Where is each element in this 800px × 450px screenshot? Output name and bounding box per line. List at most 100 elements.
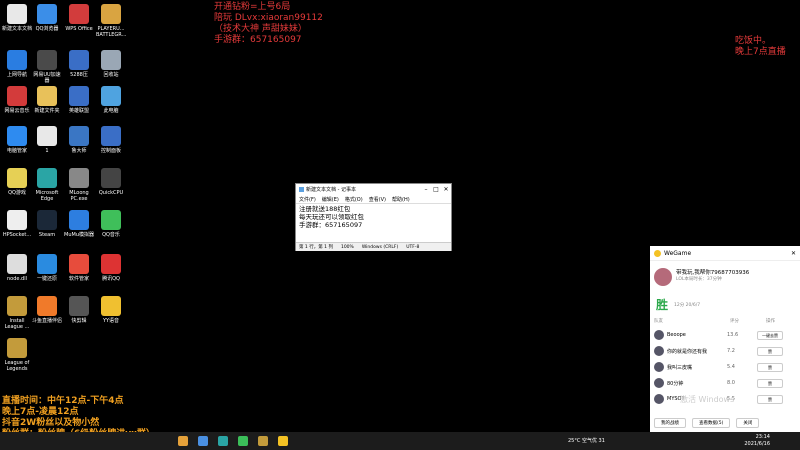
desktop-icon[interactable]: node.dll <box>2 254 32 282</box>
status-zoom: 100% <box>340 244 354 250</box>
desktop-icon[interactable]: 此电脑 <box>96 86 126 114</box>
desktop-icon[interactable]: MuMu模拟器 <box>64 210 94 238</box>
close-button[interactable]: 关闭 <box>736 418 760 428</box>
desktop-icon-label: League of Legends <box>4 360 30 372</box>
teammate-row: Beoope 13.6 一键去赞 <box>654 328 796 342</box>
my-record-button[interactable]: 我的战绩 <box>654 418 686 428</box>
desktop-icon[interactable]: Steam <box>32 210 62 238</box>
like-button[interactable]: 赞 <box>757 394 783 404</box>
desktop-icon-label: Install League ... <box>4 318 30 330</box>
desktop-icon-label: 控制面板 <box>100 148 121 154</box>
desktop-icon-label: node.dll <box>6 276 28 282</box>
desktop-icon-label: 软件管家 <box>68 276 89 282</box>
clock[interactable]: 23:14 2021/6/16 <box>744 434 770 448</box>
like-button[interactable]: 赞 <box>757 378 783 388</box>
teammate-name: 我叫三皮嘴 <box>667 364 693 371</box>
desktop-icon-label: 快剪辑 <box>71 318 87 324</box>
notepad-title: 新建文本文档 - 记事本 <box>306 187 356 193</box>
maximize-icon[interactable]: □ <box>431 186 441 193</box>
desktop-icon-label: QuickCPU <box>98 190 124 196</box>
taskbar-app-icon[interactable] <box>238 436 248 446</box>
desktop-icon[interactable]: 鲁大师 <box>64 126 94 154</box>
weather-widget[interactable]: 25°C 空气优 31 <box>568 437 605 444</box>
notepad-text-area[interactable]: 注册就送188红包 每天玩还可以领取红包 手游群：657165097 <box>296 203 451 242</box>
close-icon[interactable]: ✕ <box>441 186 451 193</box>
desktop-icon-label: WPS Office <box>65 26 93 32</box>
app-icon <box>7 50 27 70</box>
close-icon[interactable]: ✕ <box>791 250 796 257</box>
overlay-top-line: 手游群：657165097 <box>214 35 302 45</box>
teammate-name: 你的就是你还有我 <box>667 348 708 355</box>
minimize-icon[interactable]: – <box>421 186 431 193</box>
desktop-icon[interactable]: QQ音乐 <box>96 210 126 238</box>
activate-watermark: 激活 Windows <box>680 395 735 404</box>
desktop-icon-label: Microsoft Edge <box>35 190 59 202</box>
desktop-icon[interactable]: HPSocket... <box>2 210 32 238</box>
desktop-icon[interactable]: League of Legends <box>2 338 32 372</box>
desktop-icon[interactable]: WPS Office <box>64 4 94 32</box>
app-icon <box>69 126 89 146</box>
desktop-icon[interactable]: 电脑管家 <box>2 126 32 154</box>
desktop-icon[interactable]: 一键还原 <box>32 254 62 282</box>
app-icon <box>69 50 89 70</box>
app-icon <box>7 296 27 316</box>
desktop-icon[interactable]: 1 <box>32 126 62 154</box>
desktop-icon[interactable]: YY语音 <box>96 296 126 324</box>
desktop-icon[interactable]: 软件管家 <box>64 254 94 282</box>
desktop-icon[interactable]: 斗鱼直播伴侣 <box>32 296 62 324</box>
desktop-icon-label: Steam <box>38 232 56 238</box>
menu-format[interactable]: 格式(O) <box>345 196 363 203</box>
overlay-top-line: 陪玩 DLvx:xiaoran99112 <box>214 13 323 23</box>
desktop-icon[interactable]: Install League ... <box>2 296 32 330</box>
view-data-button[interactable]: 查看数据(5) <box>692 418 731 428</box>
user-name: 带我玩,我帮你79687703936 <box>676 270 750 276</box>
desktop-icon[interactable]: QQ游戏 <box>2 168 32 196</box>
overlay-top-line: 开通钻粉=上号6局 <box>214 2 291 12</box>
like-button[interactable]: 赞 <box>757 362 783 372</box>
taskbar-app-icon[interactable] <box>198 436 208 446</box>
desktop-icon-label: HPSocket... <box>2 232 32 238</box>
menu-edit[interactable]: 编辑(E) <box>322 196 339 203</box>
wegame-window[interactable]: WeGame ✕ 带我玩,我帮你79687703936 LOL本局时长：37分钟… <box>650 246 800 432</box>
desktop-icon[interactable]: 英雄联盟 <box>64 86 94 114</box>
wegame-title: WeGame <box>664 249 692 257</box>
desktop-icon[interactable]: MLoong PC.exe <box>64 168 94 202</box>
app-icon <box>37 254 57 274</box>
desktop-icon[interactable]: 网易云音乐 <box>2 86 32 114</box>
desktop-icon[interactable]: 新建文本文档 <box>2 4 32 32</box>
text-line: 注册就送188红包 <box>299 205 351 213</box>
app-icon <box>101 168 121 188</box>
taskbar-app-icon[interactable] <box>258 436 268 446</box>
desktop-icon[interactable]: 网易UU加速器 <box>32 50 62 84</box>
like-button[interactable]: 一键去赞 <box>757 330 783 340</box>
taskbar-app-icon[interactable] <box>178 436 188 446</box>
desktop-icon[interactable]: 快剪辑 <box>64 296 94 324</box>
taskbar-app-icon[interactable] <box>218 436 228 446</box>
desktop-icon[interactable]: 5288压 <box>64 50 94 78</box>
col-score: 评分 <box>730 319 739 324</box>
desktop-icon[interactable]: 腾讯QQ <box>96 254 126 282</box>
teammate-score: 8.0 <box>727 380 735 386</box>
menu-file[interactable]: 文件(F) <box>299 196 316 203</box>
stream-overlay-right: 吃饭中。 晚上7点直播 <box>735 36 786 58</box>
desktop-icon[interactable]: 新建文件夹 <box>32 86 62 114</box>
desktop-icon[interactable]: 回收站 <box>96 50 126 78</box>
app-icon <box>69 296 89 316</box>
taskbar-app-icon[interactable] <box>278 436 288 446</box>
desktop-icon[interactable]: QQ浏览器 <box>32 4 62 32</box>
notepad-window[interactable]: 新建文本文档 - 记事本 – □ ✕ 文件(F) 编辑(E) 格式(O) 查看(… <box>295 183 452 251</box>
desktop-icon[interactable]: QuickCPU <box>96 168 126 196</box>
desktop-icon-label: 英雄联盟 <box>68 108 89 114</box>
desktop-icon[interactable]: Microsoft Edge <box>32 168 62 202</box>
desktop-icon[interactable]: PLAYERU... BATTLEGR... <box>96 4 126 38</box>
desktop-icon[interactable]: 控制面板 <box>96 126 126 154</box>
overlay-bottom-line: 抖音2W粉丝以及物小然 <box>2 418 100 428</box>
teammate-row: 你的就是你还有我 7.2 赞 <box>654 344 796 358</box>
notepad-titlebar[interactable]: 新建文本文档 - 记事本 – □ ✕ <box>296 184 451 195</box>
menu-help[interactable]: 帮助(H) <box>392 196 410 203</box>
desktop-icon-label: PLAYERU... BATTLEGR... <box>96 26 127 38</box>
desktop-icon[interactable]: 上网导航 <box>2 50 32 78</box>
like-button[interactable]: 赞 <box>757 346 783 356</box>
match-date: 12分 20/6/7 <box>674 303 701 308</box>
menu-view[interactable]: 查看(V) <box>369 196 386 203</box>
